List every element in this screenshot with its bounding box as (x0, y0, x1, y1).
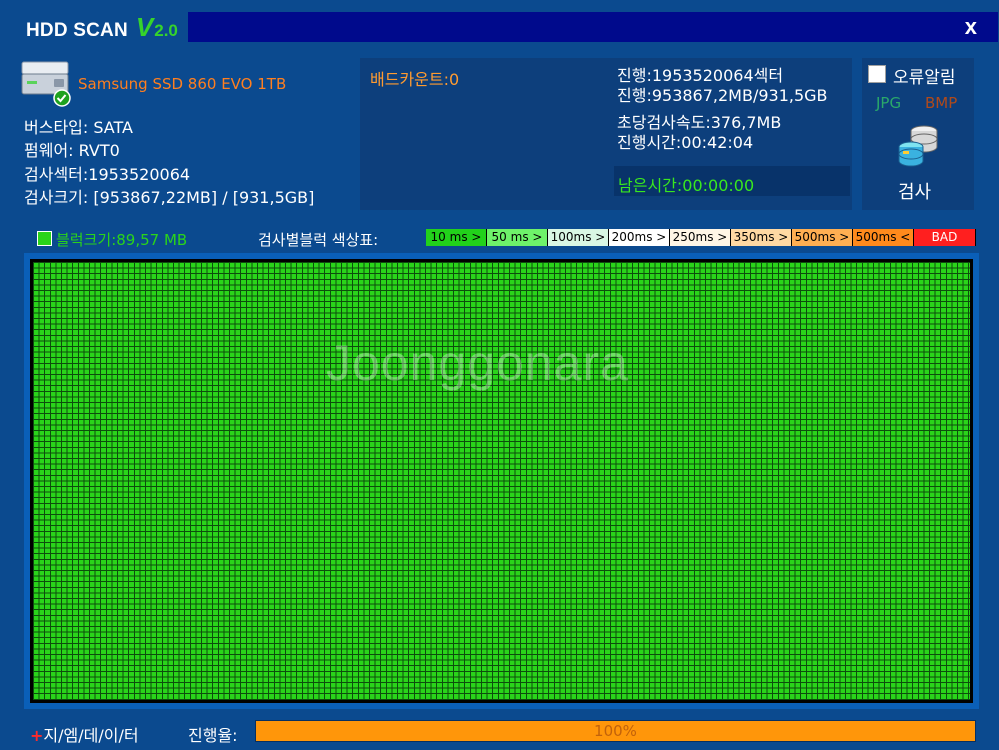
legend-item: BAD (914, 229, 976, 246)
legend-item: 500ms < (853, 229, 914, 246)
brand-plus-icon: + (30, 726, 44, 745)
app-title-text: HDD SCAN (26, 20, 128, 41)
bad-count: 배드카운트:0 (370, 70, 460, 89)
legend-item: 350ms > (731, 229, 792, 246)
remaining-time: 남은시간:00:00:00 (618, 176, 755, 195)
legend-item: 200ms > (609, 229, 670, 246)
scan-block-grid (30, 259, 973, 703)
progress-label: 진행율: (188, 726, 238, 745)
jpg-save-button[interactable]: JPG (876, 94, 901, 112)
app-title: HDD SCAN V2.0 (16, 12, 188, 42)
legend-item: 250ms > (670, 229, 731, 246)
legend-item: 100ms > (548, 229, 609, 246)
title-bar: HDD SCAN V2.0 x (0, 0, 999, 46)
progress-size: 진행:953867,2MB/931,5GB (617, 85, 828, 105)
close-button[interactable]: x (965, 12, 977, 42)
progress-bar: 100% (255, 720, 976, 742)
app-version: V2.0 (136, 12, 178, 43)
version-number: 2.0 (154, 21, 178, 40)
hard-drive-ok-icon (20, 60, 72, 108)
legend-item: 50 ms > (487, 229, 548, 246)
scan-speed: 초당검사속도:376,7MB (617, 113, 782, 132)
drive-info: 버스타입: SATA 펌웨어: RVT0 검사섹터:1953520064 검사크… (24, 116, 314, 209)
legend-item: 10 ms > (426, 229, 487, 246)
elapsed-time: 진행시간:00:42:04 (617, 132, 754, 152)
legend-item: 500ms > (792, 229, 853, 246)
block-size: 블럭크기:89,57 MB (56, 231, 188, 249)
bmp-save-button[interactable]: BMP (925, 94, 957, 112)
version-letter: V (135, 12, 154, 42)
legend-title: 검사별블럭 색상표: (258, 231, 379, 249)
error-alert-checkbox[interactable] (868, 65, 886, 83)
block-size-swatch (37, 231, 52, 246)
scan-sectors: 검사섹터:1953520064 (24, 164, 191, 184)
status-lines: 진행:1953520064섹터 진행:953867,2MB/931,5GB 초당… (617, 66, 828, 152)
firmware: 펌웨어: RVT0 (24, 141, 120, 161)
error-alert-label[interactable]: 오류알림 (893, 63, 956, 88)
scan-size: 검사크기: [953867,22MB] / [931,5GB] (24, 187, 315, 207)
drive-name: Samsung SSD 860 EVO 1TB (78, 75, 287, 93)
title-strip (188, 12, 998, 42)
progress-text: 100% (594, 722, 637, 740)
progress-sectors: 진행:1953520064섹터 (617, 66, 784, 85)
watermark: Joonggonara (326, 335, 629, 391)
brand-text: 지/엠/데/이/터 (43, 726, 139, 745)
color-legend: 10 ms >50 ms >100ms >200ms >250ms >350ms… (426, 229, 976, 246)
database-scan-icon[interactable] (894, 122, 942, 170)
bus-type: 버스타입: SATA (24, 118, 133, 137)
scan-button[interactable]: 검사 (898, 178, 931, 204)
brand: +지/엠/데/이/터 (30, 722, 139, 746)
